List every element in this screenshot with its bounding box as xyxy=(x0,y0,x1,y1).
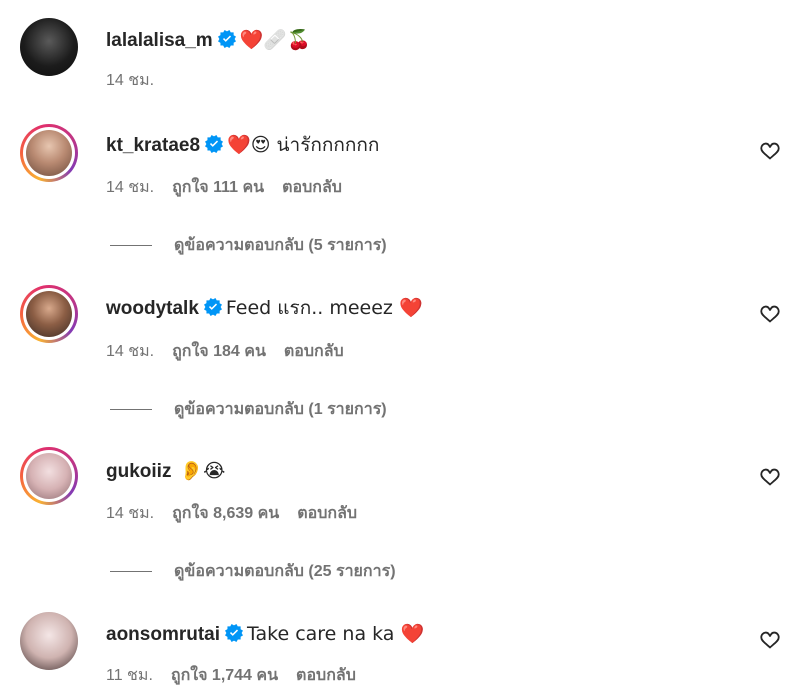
timestamp[interactable]: 14 ชม. xyxy=(106,505,154,522)
username[interactable]: gukoiiz xyxy=(106,461,171,482)
like-heart-icon[interactable] xyxy=(759,303,781,325)
like-heart-icon[interactable] xyxy=(759,629,781,651)
caption-meta: 14 ชม. xyxy=(106,68,172,93)
view-replies-button[interactable]: ดูข้อความตอบกลับ (5 รายการ) xyxy=(110,233,387,258)
username[interactable]: lalalalisa_m xyxy=(106,30,213,51)
avatar[interactable] xyxy=(20,447,78,505)
timestamp[interactable]: 14 ชม. xyxy=(106,72,154,89)
avatar[interactable] xyxy=(20,285,78,343)
timestamp[interactable]: 14 ชม. xyxy=(106,179,154,196)
reply-button[interactable]: ตอบกลับ xyxy=(296,667,356,684)
divider-line xyxy=(110,571,152,573)
timestamp[interactable]: 14 ชม. xyxy=(106,343,154,360)
comment-line: aonsomrutai Take care na ka ❤️ xyxy=(106,622,424,647)
comment-meta: 11 ชม. ถูกใจ 1,744 คน ตอบกลับ xyxy=(106,663,374,688)
view-replies-label: ดูข้อความตอบกลับ (25 รายการ) xyxy=(174,563,396,580)
divider-line xyxy=(110,409,152,411)
username[interactable]: woodytalk xyxy=(106,298,199,319)
view-replies-label: ดูข้อความตอบกลับ (5 รายการ) xyxy=(174,237,387,254)
comment-text: Feed แรก.. meeez ❤️ xyxy=(225,297,423,319)
caption-text: ❤️🩹🍒 xyxy=(239,29,311,51)
view-replies-label: ดูข้อความตอบกลับ (1 รายการ) xyxy=(174,401,387,418)
comment-line: woodytalk Feed แรก.. meeez ❤️ xyxy=(106,296,423,321)
verified-badge-icon xyxy=(218,30,236,48)
like-count[interactable]: ถูกใจ 184 คน xyxy=(172,343,266,360)
comment-text: Take care na ka ❤️ xyxy=(247,623,425,645)
avatar[interactable] xyxy=(20,612,78,670)
like-count[interactable]: ถูกใจ 111 คน xyxy=(172,179,264,196)
view-replies-button[interactable]: ดูข้อความตอบกลับ (25 รายการ) xyxy=(110,559,396,584)
username[interactable]: kt_kratae8 xyxy=(106,135,200,156)
username[interactable]: aonsomrutai xyxy=(106,624,220,645)
like-heart-icon[interactable] xyxy=(759,466,781,488)
caption-line: lalalalisa_m ❤️🩹🍒 xyxy=(106,28,311,53)
comment-meta: 14 ชม. ถูกใจ 184 คน ตอบกลับ xyxy=(106,339,362,364)
comment-meta: 14 ชม. ถูกใจ 111 คน ตอบกลับ xyxy=(106,175,360,200)
like-heart-icon[interactable] xyxy=(759,140,781,162)
verified-badge-icon xyxy=(225,624,243,642)
comment-line: gukoiiz 👂😭 xyxy=(106,459,225,484)
avatar[interactable] xyxy=(20,124,78,182)
reply-button[interactable]: ตอบกลับ xyxy=(297,505,357,522)
like-count[interactable]: ถูกใจ 1,744 คน xyxy=(171,667,278,684)
verified-badge-icon xyxy=(205,135,223,153)
reply-button[interactable]: ตอบกลับ xyxy=(284,343,344,360)
view-replies-button[interactable]: ดูข้อความตอบกลับ (1 รายการ) xyxy=(110,397,387,422)
comment-text: 👂😭 xyxy=(179,460,226,482)
verified-badge-icon xyxy=(204,298,222,316)
timestamp[interactable]: 11 ชม. xyxy=(106,667,153,684)
comment-text: ❤️😍 น่ารักกกกกก xyxy=(227,134,380,156)
comment-meta: 14 ชม. ถูกใจ 8,639 คน ตอบกลับ xyxy=(106,501,375,526)
reply-button[interactable]: ตอบกลับ xyxy=(282,179,342,196)
divider-line xyxy=(110,245,152,247)
comment-line: kt_kratae8 ❤️😍 น่ารักกกกกก xyxy=(106,133,379,158)
like-count[interactable]: ถูกใจ 8,639 คน xyxy=(172,505,279,522)
avatar[interactable] xyxy=(20,18,78,76)
